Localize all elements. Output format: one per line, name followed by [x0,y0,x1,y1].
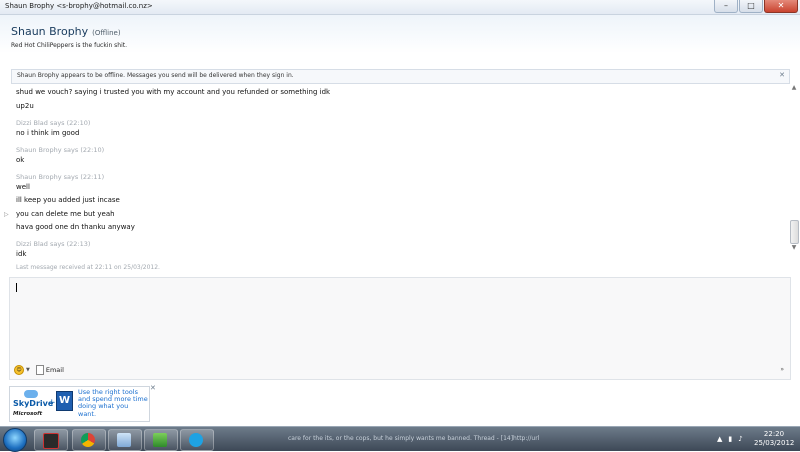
taskbar-app-explorer[interactable] [108,429,142,451]
taskbar: care for the its, or the cops, but he si… [0,426,800,452]
message-line: up2u [16,102,34,110]
conversation-scrollbar[interactable]: ▲ ▼ [789,84,799,274]
close-icon[interactable]: ✕ [150,384,156,392]
messenger-icon [153,433,167,447]
contact-header: Shaun Brophy (Offline) Red Hot ChiliPeppe… [0,15,800,60]
minimize-button[interactable]: – [714,0,738,13]
clock[interactable]: 22:20 25/03/2012 [754,430,794,448]
emoticon-icon[interactable]: ☺ [14,365,24,375]
chevron-down-icon[interactable]: ▼ [26,367,30,373]
taskbar-app-chrome[interactable] [72,429,106,451]
cloud-icon [24,390,38,398]
skype-icon [189,433,203,447]
offline-banner-text: Shaun Brophy appears to be offline. Mess… [17,72,294,79]
close-icon[interactable]: ✕ [779,71,785,79]
compose-area[interactable]: ☺ ▼ Email » [9,277,791,380]
scroll-down-icon[interactable]: ▼ [789,244,799,251]
document-icon [35,365,44,375]
ad-plus: + [48,398,56,408]
contact-name[interactable]: Shaun Brophy [11,25,88,38]
scroll-thumb[interactable] [790,220,799,244]
last-received-note: Last message received at 22:11 on 25/03/… [16,264,160,271]
start-button[interactable] [3,428,27,452]
word-icon: W [56,391,73,411]
network-icon[interactable]: ▮ [728,435,732,443]
taskbar-app-skype[interactable] [180,429,214,451]
personal-message: Red Hot ChiliPeppers is the fuckin shit. [11,42,128,49]
message-line: ill keep you added just incase [16,196,120,204]
folder-icon [117,433,131,447]
volume-icon[interactable]: ♪ [738,435,742,443]
offline-banner: Shaun Brophy appears to be offline. Mess… [11,69,790,84]
message-line: idk [16,250,27,258]
window-controls: – □ ✕ [713,0,798,13]
sender-header: Dizzi Blad says (22:13) [16,240,91,248]
sender-header: Shaun Brophy says (22:11) [16,173,105,181]
window-title: Shaun Brophy <s-brophy@hotmail.co.nz> [5,2,153,10]
message-line: shud we vouch? saying i trusted you with… [16,88,331,96]
taskbar-app-media[interactable] [34,429,68,451]
clock-date: 25/03/2012 [754,439,795,447]
clock-time: 22:20 [763,430,785,438]
contact-name-row: Shaun Brophy (Offline) [11,25,121,38]
sender-header: Dizzi Blad says (22:10) [16,119,91,127]
media-icon [43,433,59,449]
sender-header: Shaun Brophy says (22:10) [16,146,105,154]
conversation-history: shud we vouch? saying i trusted you with… [16,84,776,274]
text-caret [16,283,17,292]
close-button[interactable]: ✕ [764,0,798,13]
message-line: no i think im good [16,129,80,137]
title-bar: Shaun Brophy <s-brophy@hotmail.co.nz> – … [0,0,800,15]
email-button[interactable]: Email [35,365,64,375]
message-line: ok [16,156,25,164]
ad-text[interactable]: Use the right tools and spend more time … [78,388,148,418]
chrome-icon [81,433,95,447]
contact-status: (Offline) [92,29,121,37]
message-line: hava good one dn thanku anyway [16,223,135,231]
advertisement[interactable]: SkyDrive Microsoft + W Use the right too… [9,386,150,422]
collapse-arrow-icon[interactable]: ▷ [4,211,9,218]
taskbar-app-messenger[interactable] [144,429,178,451]
system-tray: ▲ ▮ ♪ [717,435,743,443]
compose-toolbar: ☺ ▼ Email [14,365,64,375]
maximize-button[interactable]: □ [739,0,763,13]
message-line: well [16,183,30,191]
scroll-up-icon[interactable]: ▲ [789,84,799,91]
show-hidden-icons-icon[interactable]: ▲ [717,435,722,443]
message-line: you can delete me but yeah [16,210,115,218]
email-label: Email [45,366,64,374]
expand-icon[interactable]: » [780,366,784,373]
taskbar-preview-text: care for the its, or the cops, but he si… [288,435,540,442]
ad-microsoft-logo: Microsoft [13,411,43,417]
